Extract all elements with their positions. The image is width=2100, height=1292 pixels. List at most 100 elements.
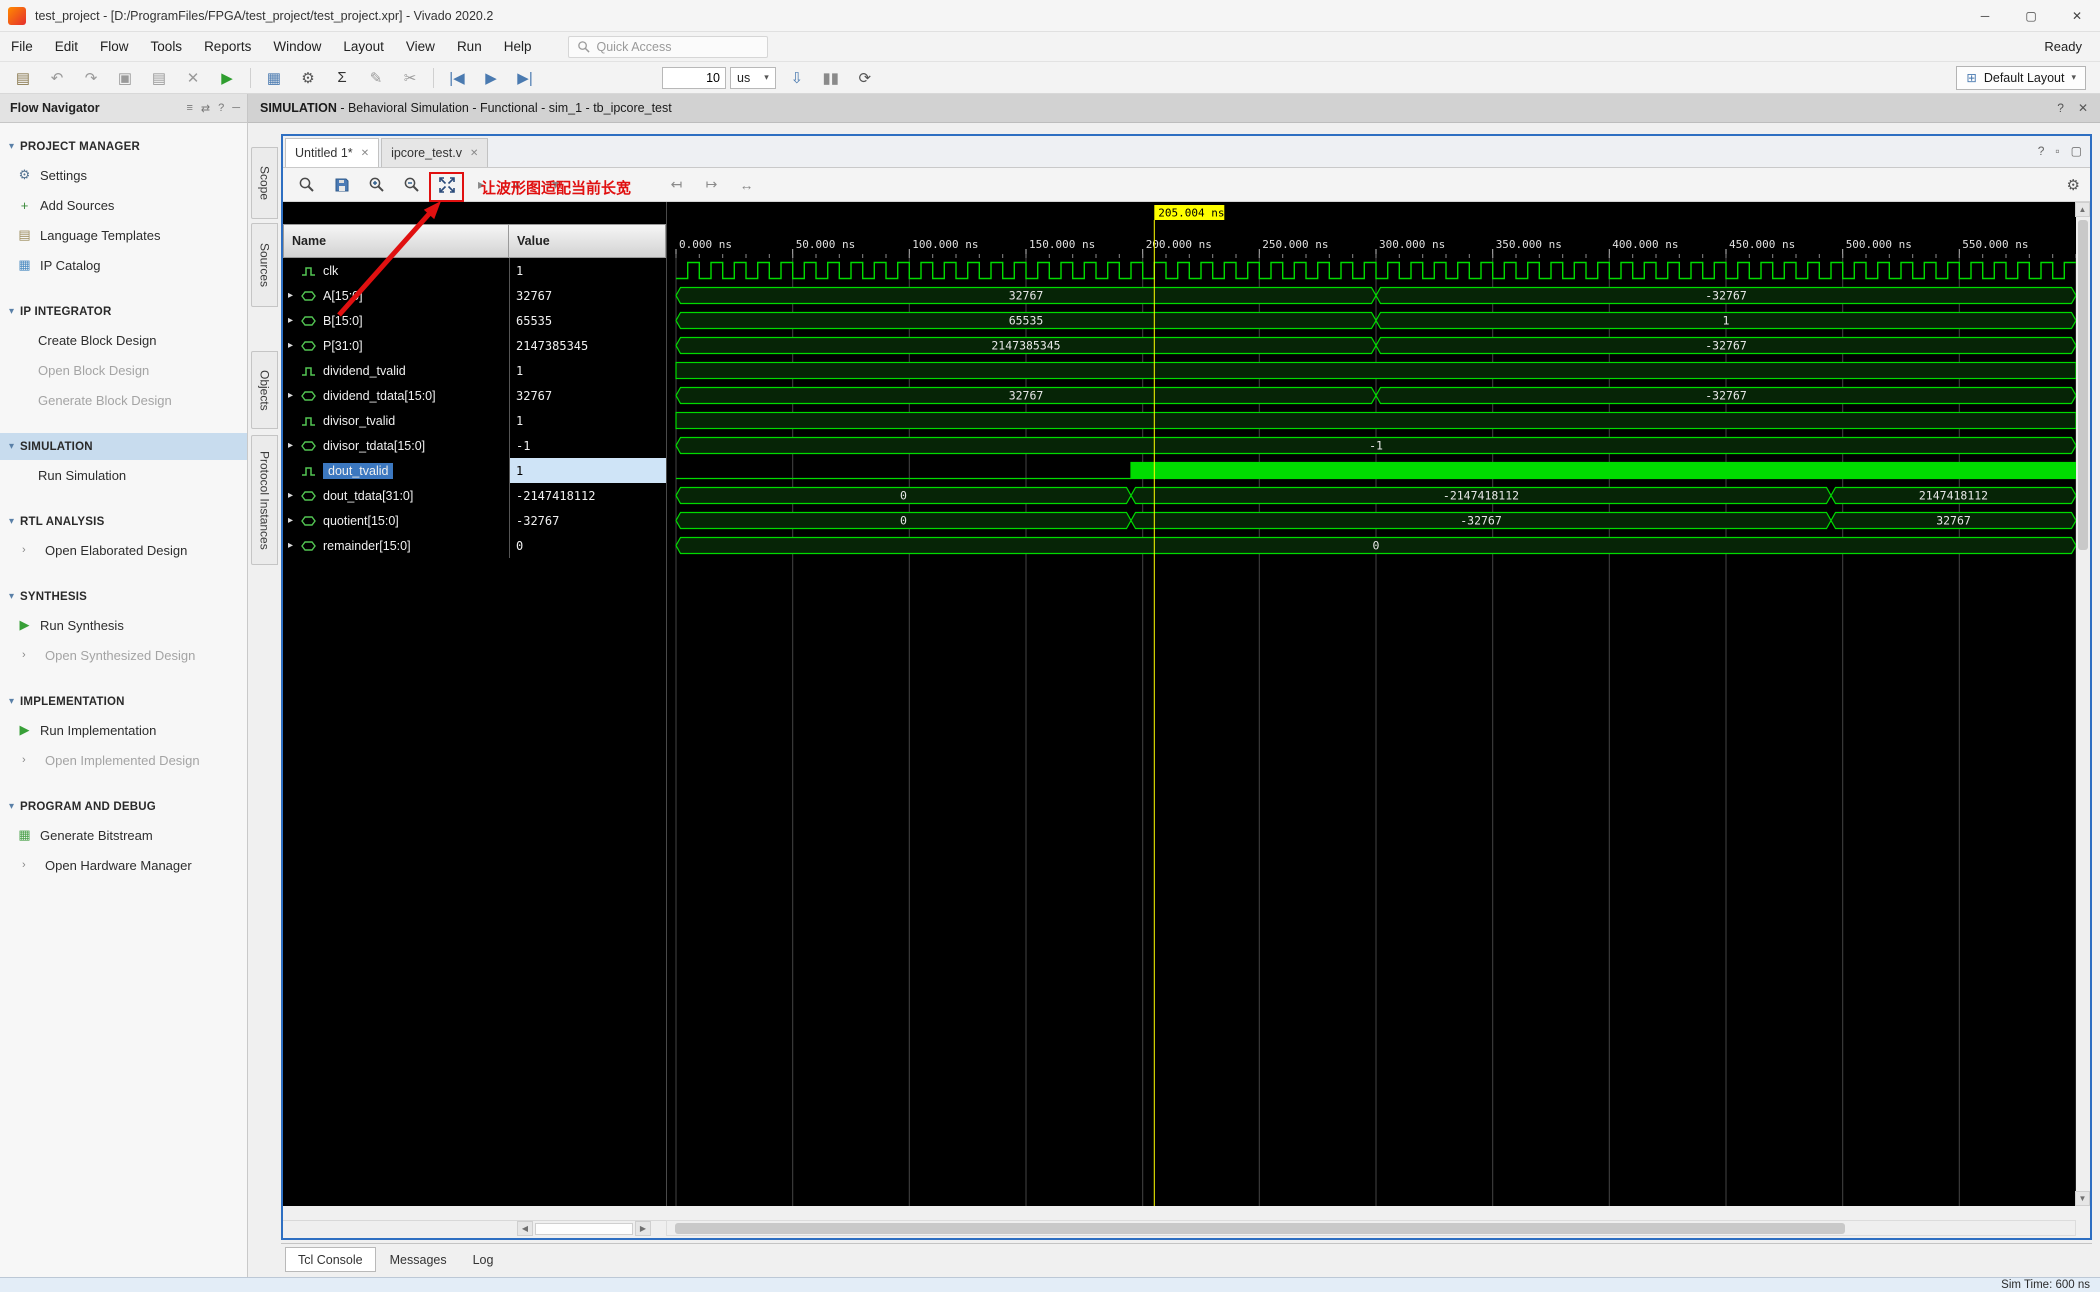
signal-name-row[interactable]: ▸ remainder[15:0] — [283, 533, 509, 558]
close-button[interactable]: ✕ — [2054, 0, 2100, 32]
flow-section-header-program-and-debug[interactable]: ▾ PROGRAM AND DEBUG — [0, 793, 247, 820]
runtime-input[interactable] — [662, 66, 726, 89]
flow-item-language-templates[interactable]: ▤ Language Templates — [0, 220, 247, 250]
hscroll-track[interactable] — [535, 1223, 633, 1235]
value-canvas-splitter[interactable] — [666, 202, 667, 1206]
expand-arrow-icon[interactable]: ▸ — [288, 540, 301, 551]
editor-tab-untitled-1-[interactable]: Untitled 1* ✕ — [285, 138, 380, 167]
menu-item-flow[interactable]: Flow — [89, 32, 140, 62]
signal-value-cell[interactable]: 1 — [510, 458, 666, 483]
menu-item-tools[interactable]: Tools — [140, 32, 194, 62]
flow-section-header-ip-integrator[interactable]: ▾ IP INTEGRATOR — [0, 298, 247, 325]
flow-item-run-simulation[interactable]: Run Simulation — [0, 460, 247, 490]
zoom-in-icon[interactable] — [359, 171, 394, 199]
menu-item-help[interactable]: Help — [493, 32, 543, 62]
flow-item-open-hardware-manager[interactable]: › Open Hardware Manager — [0, 850, 247, 880]
float-icon[interactable]: ▫ — [2055, 144, 2059, 158]
relaunch-icon[interactable]: ⟳ — [848, 65, 882, 91]
signal-value-cell[interactable]: 1 — [510, 358, 666, 383]
swap-cursors-icon[interactable]: ↔ — [729, 171, 764, 199]
scroll-right-icon[interactable]: ▶ — [635, 1221, 651, 1236]
flow-item-open-elaborated-design[interactable]: › Open Elaborated Design — [0, 535, 247, 565]
flow-section-header-synthesis[interactable]: ▾ SYNTHESIS — [0, 583, 247, 610]
side-tab-scope[interactable]: Scope — [251, 147, 278, 219]
project-summary-icon[interactable]: ▦ — [257, 65, 291, 91]
undo-icon[interactable]: ↶ — [40, 65, 74, 91]
wave-settings-gear-icon[interactable]: ⚙ — [2067, 176, 2080, 194]
zoom-out-icon[interactable] — [394, 171, 429, 199]
canvas-vscrollbar[interactable]: ▲ ▼ — [2075, 202, 2090, 1206]
editor-tab-ipcore-test-v[interactable]: ipcore_test.v ✕ — [381, 138, 489, 167]
reports-icon[interactable]: Σ — [325, 65, 359, 91]
expand-arrow-icon[interactable]: › — [22, 859, 38, 871]
name-value-hscrollbar[interactable]: ◀ ▶ — [283, 1220, 666, 1236]
hscroll-thumb[interactable] — [675, 1223, 1845, 1234]
scroll-up-icon[interactable]: ▲ — [2075, 202, 2090, 217]
flow-item-run-synthesis[interactable]: ▶ Run Synthesis — [0, 610, 247, 640]
signal-name-row[interactable]: ▸ quotient[15:0] — [283, 508, 509, 533]
help-icon[interactable]: ? — [218, 102, 224, 115]
signal-name-row[interactable]: ▸ B[15:0] — [283, 308, 509, 333]
help-icon[interactable]: ? — [2057, 101, 2064, 115]
side-tab-sources[interactable]: Sources — [251, 223, 278, 307]
probe-icon[interactable]: ✂ — [393, 65, 427, 91]
name-column-header[interactable]: Name — [283, 224, 509, 258]
expand-arrow-icon[interactable]: › — [22, 754, 38, 766]
signal-name-row[interactable]: dividend_tvalid — [283, 358, 509, 383]
expand-arrow-icon[interactable]: › — [22, 544, 38, 556]
menu-item-window[interactable]: Window — [262, 32, 332, 62]
flow-section-header-rtl-analysis[interactable]: ▾ RTL ANALYSIS — [0, 508, 247, 535]
collapse-icon[interactable]: ─ — [232, 102, 240, 115]
help-icon[interactable]: ? — [2038, 144, 2045, 158]
signal-value-cell[interactable]: -32767 — [510, 508, 666, 533]
signal-value-cell[interactable]: 2147385345 — [510, 333, 666, 358]
expand-arrow-icon[interactable]: ▸ — [288, 340, 301, 351]
expand-arrow-icon[interactable]: ▸ — [288, 440, 301, 451]
expand-arrow-icon[interactable]: › — [22, 649, 38, 661]
menu-item-reports[interactable]: Reports — [193, 32, 262, 62]
signal-value-cell[interactable]: 1 — [510, 258, 666, 283]
waveform-canvas[interactable]: 0.000 ns 50.000 ns 100.000 ns 150.000 ns 200… — [666, 202, 2077, 1206]
signal-value-cell[interactable]: -2147418112 — [510, 483, 666, 508]
open-file-icon[interactable]: ▤ — [6, 65, 40, 91]
canvas-hscrollbar[interactable] — [666, 1220, 2076, 1236]
run-for-icon[interactable]: ▶| — [508, 65, 542, 91]
signal-value-cell[interactable]: -1 — [510, 433, 666, 458]
run-all-icon[interactable]: ▶ — [474, 65, 508, 91]
wave-canvas-container[interactable]: 0.000 ns 50.000 ns 100.000 ns 150.000 ns 200… — [666, 202, 2077, 1206]
close-icon[interactable]: ✕ — [361, 148, 369, 159]
vscroll-thumb[interactable] — [2078, 220, 2088, 550]
close-icon[interactable]: ✕ — [2078, 101, 2088, 115]
expand-arrow-icon[interactable]: ▸ — [288, 515, 301, 526]
step-icon[interactable]: ⇩ — [780, 65, 814, 91]
scroll-down-icon[interactable]: ▼ — [2075, 1191, 2090, 1206]
paste-icon[interactable]: ▤ — [142, 65, 176, 91]
signal-value-cell[interactable]: 1 — [510, 408, 666, 433]
menu-item-file[interactable]: File — [0, 32, 44, 62]
pause-icon[interactable]: ▮▮ — [814, 65, 848, 91]
copy-icon[interactable]: ▣ — [108, 65, 142, 91]
runtime-unit-select[interactable]: us ▾ — [730, 66, 776, 89]
signal-name-row[interactable]: divisor_tvalid — [283, 408, 509, 433]
signal-name-row[interactable]: ▸ divisor_tdata[15:0] — [283, 433, 509, 458]
menu-item-layout[interactable]: Layout — [332, 32, 395, 62]
signal-value-cell[interactable]: 32767 — [510, 283, 666, 308]
flow-item-create-block-design[interactable]: Create Block Design — [0, 325, 247, 355]
close-icon[interactable]: ✕ — [470, 148, 478, 159]
redo-icon[interactable]: ↷ — [74, 65, 108, 91]
restart-sim-icon[interactable]: |◀ — [440, 65, 474, 91]
quick-access-search[interactable]: Quick Access — [568, 35, 769, 58]
settings-icon[interactable]: ⚙ — [291, 65, 325, 91]
signal-name-row[interactable]: ▸ dividend_tdata[15:0] — [283, 383, 509, 408]
layout-select[interactable]: ⊞ Default Layout ▾ — [1956, 65, 2086, 90]
flow-item-ip-catalog[interactable]: ▦ IP Catalog — [0, 250, 247, 280]
minimize-button[interactable]: ─ — [1962, 0, 2008, 32]
flow-item-settings[interactable]: ⚙ Settings — [0, 160, 247, 190]
menu-item-run[interactable]: Run — [446, 32, 493, 62]
signal-value-cell[interactable]: 32767 — [510, 383, 666, 408]
signal-name-row[interactable]: ▸ dout_tdata[31:0] — [283, 483, 509, 508]
signal-name-row[interactable]: ▸ P[31:0] — [283, 333, 509, 358]
edit-icon[interactable]: ✎ — [359, 65, 393, 91]
side-tab-objects[interactable]: Objects — [251, 351, 278, 429]
run-icon[interactable]: ▶ — [210, 65, 244, 91]
